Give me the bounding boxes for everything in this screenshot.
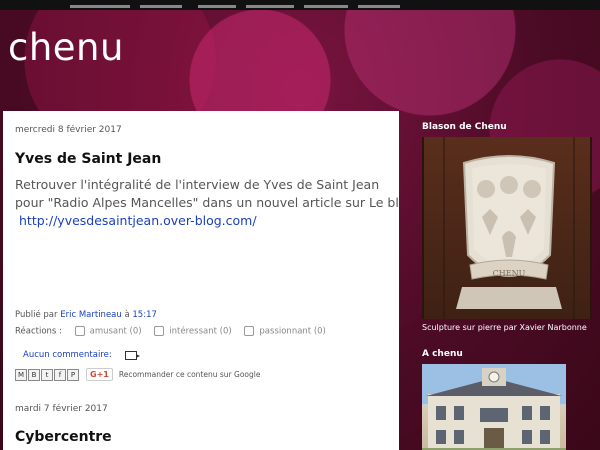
recommend-text: Recommander ce contenu sur Google [118,370,261,379]
post-body-line: Retrouver l'intégralité de l'interview d… [15,177,380,192]
blason-caption: Sculpture sur pierre par Xavier Narbonne [422,323,587,332]
post-body: Retrouver l'intégralité de l'interview d… [15,176,399,230]
author-link[interactable]: Eric Martineau [60,310,122,320]
reactions-row: Réactions : amusant (0) intéressant (0) … [15,326,326,337]
navbar-segment[interactable] [358,5,400,8]
sidebar-heading-blason: Blason de Chenu [422,122,507,132]
navbar-segment[interactable] [304,5,348,8]
gplus-button[interactable]: G+1 [86,368,113,381]
reaction-label: passionnant (0) [259,326,326,337]
main-column: mercredi 8 février 2017 Yves de Saint Je… [3,111,399,450]
reaction-label: intéressant (0) [169,326,232,337]
post-title[interactable]: Cybercentre [15,429,112,445]
reactions-label: Réactions : [15,326,62,337]
post-time-link[interactable]: 15:17 [132,310,157,320]
blason-image[interactable]: CHENU [422,137,592,319]
at-label: à [124,310,130,320]
share-buttons: M B t f P G+1 Recommander ce contenu sur… [15,368,260,381]
post-body-link[interactable]: http://yvesdesaintjean.over-blog.com/ [19,213,257,228]
published-by-label: Publié par [15,310,58,320]
navbar-segment[interactable] [140,5,182,8]
reaction-checkbox[interactable] [74,326,85,336]
blog-this-icon[interactable]: B [28,368,40,381]
comments-link[interactable]: Aucun commentaire: [23,350,112,360]
navbar-segment[interactable] [198,5,236,8]
post-body-line: pour "Radio Alpes Mancelles" dans un nou… [15,195,399,210]
email-share-icon[interactable]: M [15,368,27,381]
reaction-checkbox[interactable] [154,326,165,336]
mairie-building [422,364,566,450]
navbar-segment[interactable] [246,5,294,8]
reaction-checkbox[interactable] [244,326,255,336]
blason-sculpture: CHENU [443,137,575,319]
twitter-share-icon[interactable]: t [41,368,53,381]
post-title[interactable]: Yves de Saint Jean [15,151,161,167]
post-footer-byline: Publié par Eric Martineau à 15:17 [15,310,157,320]
blog-title[interactable]: chenu [8,26,124,69]
navbar-segment[interactable] [70,5,130,8]
blason-shield-text: CHENU [493,269,526,278]
sidebar-heading-achenu: A chenu [422,349,463,359]
pinterest-share-icon[interactable]: P [67,368,79,381]
navbar [0,0,600,10]
facebook-share-icon[interactable]: f [54,368,66,381]
reaction-label: amusant (0) [89,326,142,337]
mairie-image[interactable] [422,364,566,450]
comments-row: Aucun commentaire: [23,350,112,360]
email-post-icon[interactable] [125,351,140,360]
post-date: mercredi 8 février 2017 [15,125,122,135]
post-date: mardi 7 février 2017 [15,404,108,414]
